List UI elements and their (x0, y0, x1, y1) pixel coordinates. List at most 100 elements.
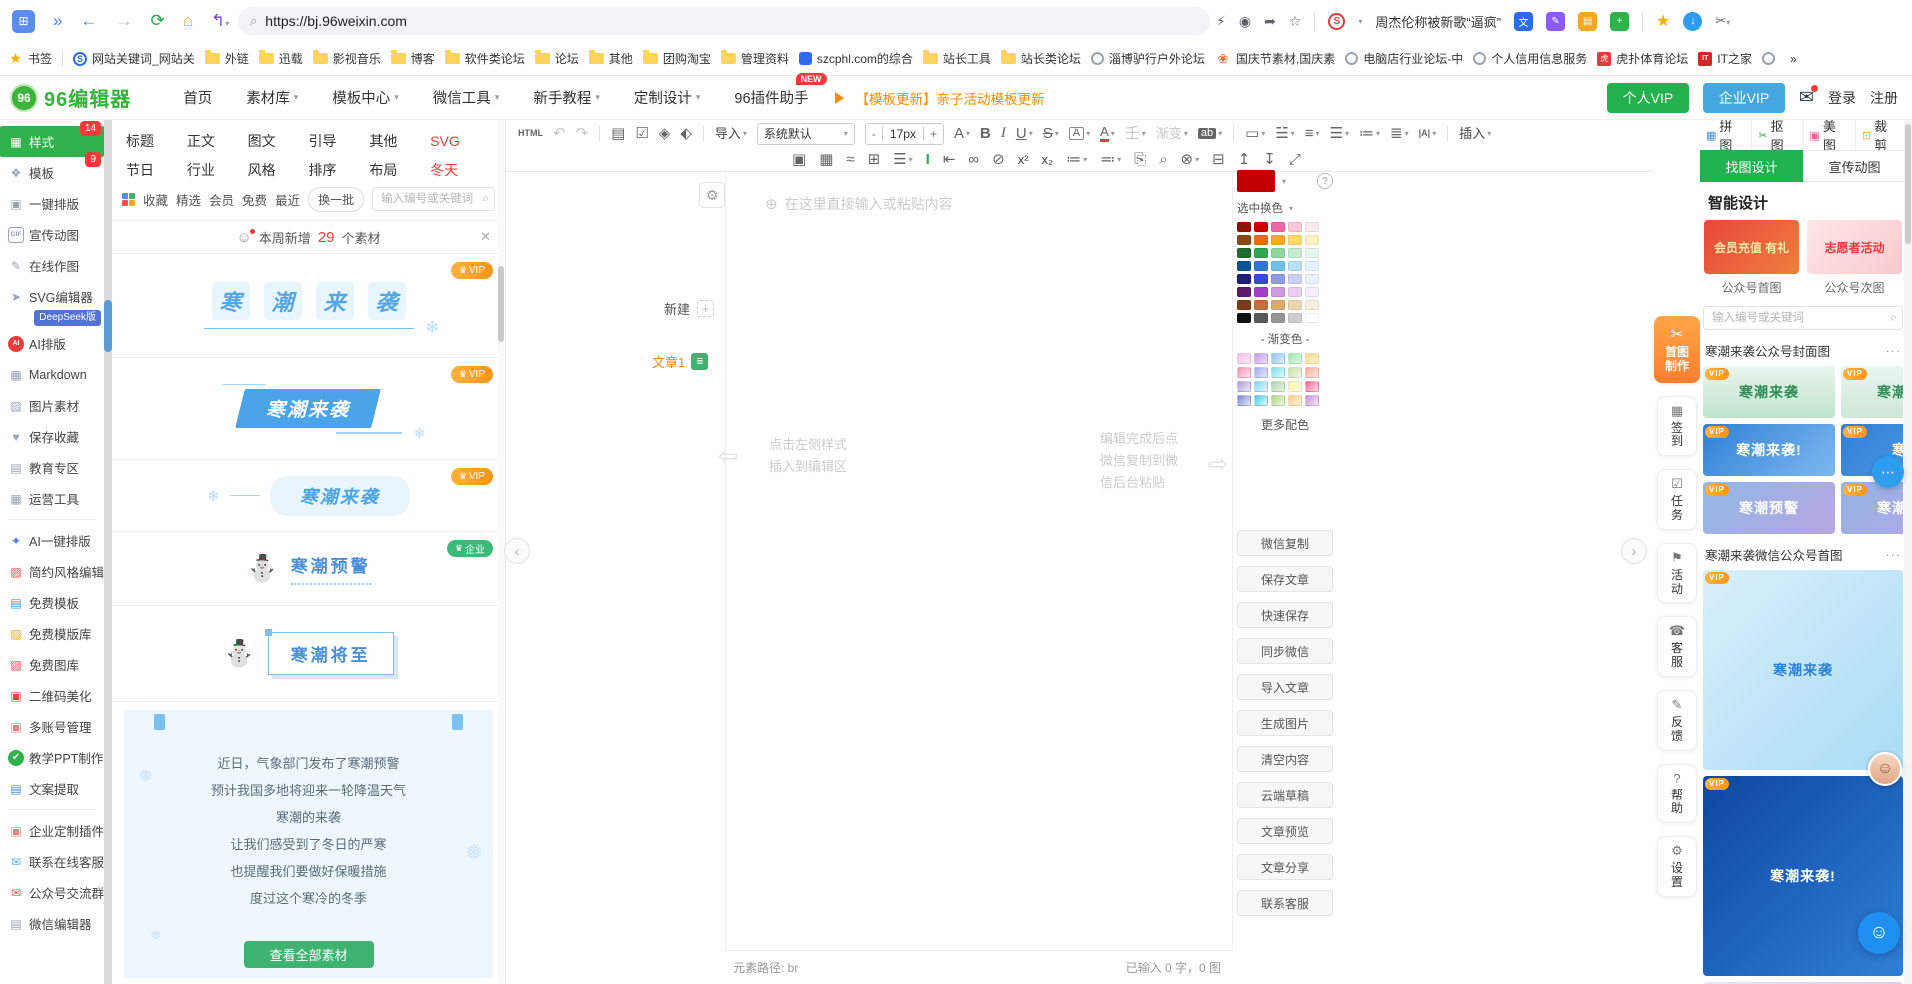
color-swatch[interactable] (1305, 300, 1319, 310)
refresh-button[interactable]: 换一批 (308, 187, 364, 212)
notes-extension-icon[interactable]: ✎ (1546, 12, 1565, 31)
color-swatch[interactable] (1305, 313, 1319, 323)
style-card[interactable]: VIP ❄ 寒潮来袭 (112, 460, 505, 532)
material-tab[interactable]: 风格 (248, 157, 309, 182)
color-swatch[interactable] (1288, 222, 1302, 232)
nav-item[interactable]: 96插件助手 NEW (734, 87, 808, 108)
personal-vip-button[interactable]: 个人VIP (1607, 83, 1689, 113)
color-swatch[interactable] (1271, 235, 1285, 245)
bookmark-item[interactable]: 其他 (589, 50, 633, 67)
nav-item[interactable]: 首页 (183, 87, 212, 108)
bookmark-item[interactable]: 站长类论坛 (1001, 50, 1081, 67)
paragraph-icon[interactable]: ☰ ▾ (1326, 124, 1353, 143)
insert-table-icon[interactable]: ⊞ (864, 150, 885, 169)
superscript-icon[interactable]: x² (1014, 151, 1033, 168)
font-size-value[interactable]: 17px (882, 127, 924, 141)
nav-item[interactable]: 素材库 ▾ (246, 87, 298, 108)
bookmark-item[interactable]: S 网站关键词_网站关 (73, 50, 195, 67)
promo-item[interactable]: 志愿者活动 公众号次图 (1807, 220, 1902, 296)
sidebar-item[interactable]: ▤ 免费模板 (0, 587, 104, 618)
bookmark-item[interactable]: 博客 (391, 50, 435, 67)
color-swatch[interactable] (1288, 313, 1302, 323)
design-search-input[interactable] (1703, 306, 1903, 330)
material-search-input[interactable] (372, 187, 495, 211)
action-button[interactable]: 导入文章 (1237, 674, 1333, 700)
gradient-swatch[interactable] (1271, 353, 1285, 364)
gradient-swatch[interactable] (1237, 395, 1251, 406)
font-family-select[interactable]: 系统默认▾ (757, 123, 855, 145)
more-icon[interactable]: ··· (1886, 344, 1902, 358)
font-size-icon[interactable]: A ▾ (950, 124, 974, 143)
bookmark-item[interactable]: 虎 虎扑体育论坛 (1597, 50, 1688, 67)
material-tab[interactable]: 标题 (126, 128, 187, 153)
image-tool[interactable]: ▣ 美图 (1803, 120, 1855, 154)
material-tab[interactable]: 其他 (369, 128, 430, 153)
color-swatch[interactable] (1288, 300, 1302, 310)
italic-icon[interactable]: I (997, 124, 1010, 143)
import-button[interactable]: 导入 ▾ (711, 125, 751, 142)
promo-thumbnail[interactable]: 志愿者活动 (1807, 220, 1902, 274)
sidebar-item[interactable]: ▨ 简约风格编辑 (0, 556, 104, 587)
gradient-swatch[interactable] (1305, 395, 1319, 406)
color-swatch[interactable] (1271, 261, 1285, 271)
action-button[interactable]: 生成图片 (1237, 710, 1333, 736)
bg-color-icon[interactable]: A ▾ (1065, 125, 1094, 142)
sidebar-item[interactable]: ➤ SVG编辑器 (0, 281, 104, 312)
color-swatch[interactable] (1237, 248, 1251, 258)
insert-button[interactable]: 插入 ▾ (1455, 125, 1495, 142)
back-icon[interactable]: ← (80, 11, 97, 31)
color-swatch[interactable] (1305, 287, 1319, 297)
color-swatch[interactable] (1288, 248, 1302, 258)
gradient-swatch[interactable] (1288, 381, 1302, 392)
download-icon[interactable]: ↓ (1683, 12, 1702, 31)
image-tool[interactable]: ⊡ 裁剪 (1855, 120, 1906, 154)
chevron-down-icon[interactable]: ▾ (1282, 177, 1286, 186)
material-tab[interactable]: 行业 (187, 157, 248, 182)
fullscreen-icon[interactable]: ⤢ (1285, 150, 1305, 169)
right-panel-scroll-thumb[interactable] (1905, 124, 1911, 244)
action-button[interactable]: 云端草稿 (1237, 782, 1333, 808)
text-cursor-icon[interactable]: I (922, 150, 934, 169)
recolor-select[interactable]: 选中换色 ▾ (1237, 200, 1333, 216)
help-icon[interactable]: ? (1317, 173, 1333, 189)
action-button[interactable]: 微信复制 (1237, 530, 1333, 556)
color-swatch[interactable] (1237, 261, 1251, 271)
promo-thumbnail[interactable]: 会员充值 有礼 (1704, 220, 1799, 274)
font-size-decrease[interactable]: - (866, 127, 882, 141)
color-swatch[interactable] (1288, 235, 1302, 245)
bookmark-item[interactable]: » (1790, 52, 1797, 66)
template-thumbnail[interactable]: VIP 寒潮来袭! (1703, 424, 1835, 476)
bookmark-item[interactable]: 书签 (8, 50, 52, 67)
filter-item[interactable]: 收藏 (143, 190, 168, 209)
material-tab[interactable]: 排序 (308, 157, 369, 182)
font-color-icon[interactable]: A ▾ (1096, 123, 1119, 144)
redo-icon[interactable]: ↷ (572, 124, 593, 143)
gradient-swatch[interactable] (1237, 367, 1251, 378)
hot-news-ticker[interactable]: 周杰伦称被新歌“逼疯” (1375, 12, 1501, 31)
article-tab[interactable]: 文章1 ≣ (652, 352, 708, 371)
merge-cells-icon[interactable]: ⊟ (1208, 150, 1229, 169)
color-swatch[interactable] (1271, 287, 1285, 297)
lightning-icon[interactable]: ⚡ (1216, 13, 1226, 30)
style-card-text[interactable]: ❅ ❅ ❅ 近日，气象部门发布了寒潮预警预计我国多地将迎来一轮降温天气寒潮的来袭… (112, 702, 505, 984)
float-tab[interactable]: ▦ 签到 (1657, 396, 1697, 457)
docs-extension-icon[interactable]: ▤ (1578, 12, 1597, 31)
action-button[interactable]: 快速保存 (1237, 602, 1333, 628)
close-icon[interactable]: ✕ (480, 229, 491, 245)
collapse-left-button[interactable]: ‹ (504, 538, 530, 564)
bookmark-item[interactable]: 管理资料 (721, 50, 789, 67)
filter-item[interactable]: 免费 (242, 190, 267, 209)
underline-icon[interactable]: U ▾ (1012, 124, 1037, 143)
color-filter-icon[interactable] (122, 193, 135, 206)
template-thumbnail[interactable]: VIP 寒潮来袭 (1703, 366, 1835, 418)
editor-canvas[interactable]: ⚙ ⊕ 在这里直接输入或粘贴内容 新建 + 文章1 ≣ ⇦ 点击左侧样式 插入到… (506, 172, 1652, 950)
color-swatch[interactable] (1305, 248, 1319, 258)
insert-link-icon[interactable]: ∞ (964, 150, 983, 169)
view-all-button[interactable]: 查看全部素材 (244, 941, 374, 968)
material-tab[interactable]: 布局 (369, 157, 430, 182)
color-swatch[interactable] (1271, 248, 1285, 258)
reload-icon[interactable]: ⟳ (150, 11, 164, 31)
eraser-icon[interactable]: ◈ (655, 124, 675, 143)
float-tab[interactable]: ✂ 首图制作 (1654, 316, 1700, 383)
bookmark-item[interactable]: 个人信用信息服务 (1473, 50, 1587, 67)
